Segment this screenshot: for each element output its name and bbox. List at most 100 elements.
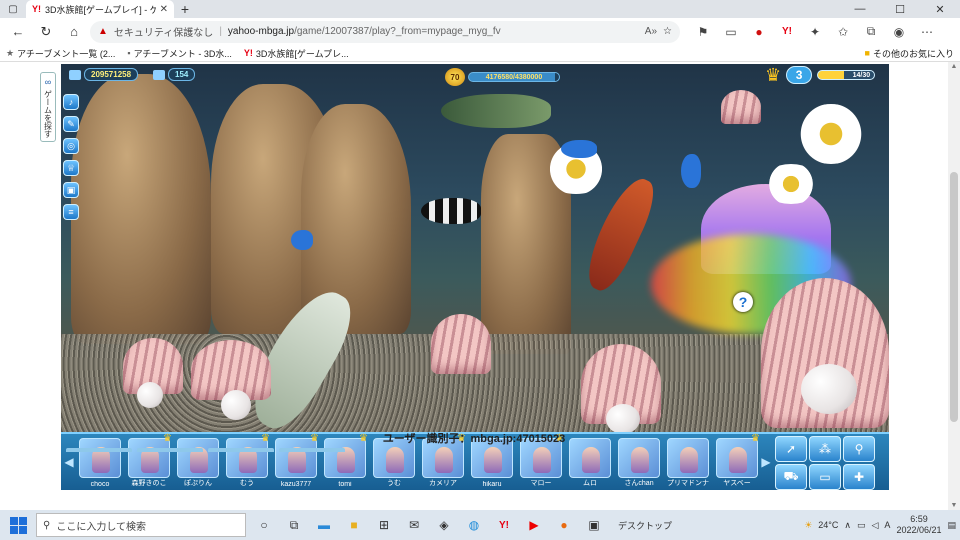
page-scrollbar[interactable]: ▲ ▼ (948, 62, 960, 510)
start-button[interactable] (4, 512, 32, 538)
desktop-toolbar-label[interactable]: デスクトップ (618, 519, 672, 532)
ime-indicator[interactable]: A (884, 520, 890, 530)
new-tab-button[interactable]: + (174, 1, 196, 17)
firefox-icon[interactable]: ● (550, 512, 578, 538)
edge-icon[interactable]: ◍ (460, 512, 488, 538)
yahoo-app-icon[interactable]: Y! (490, 512, 518, 538)
store-icon[interactable]: ⊞ (370, 512, 398, 538)
blue-fish[interactable] (291, 230, 313, 250)
extension-cast-icon[interactable]: ▭ (718, 21, 744, 43)
other-favorites-folder[interactable]: ■ その他のお気に入り (865, 47, 954, 60)
game-search-side-button[interactable]: ∞ ゲームを探す (40, 72, 56, 142)
friend-name: ムロ (583, 480, 597, 487)
bookmark-label: アチーブメント - 3D水... (133, 48, 232, 59)
home-button[interactable]: ⌂ (62, 21, 86, 43)
extension-flag-icon[interactable]: ⚑ (690, 21, 716, 43)
extension-yahoo-icon[interactable]: Y! (774, 21, 800, 43)
bookmark-icon: ★ (6, 47, 15, 58)
scallop-shell (721, 90, 761, 124)
profile-avatar[interactable]: ◉ (886, 21, 912, 43)
photos-icon[interactable]: ◈ (430, 512, 458, 538)
gem-icon (153, 69, 165, 80)
notification-icon[interactable]: ▤ (947, 520, 956, 531)
scallop-shell (431, 314, 491, 374)
browser-toolbar: ← ↻ ⌂ ▲ セキュリティ保護なし | yahoo-mbga.jp/game/… (0, 18, 960, 45)
read-aloud-icon[interactable]: A» (645, 26, 657, 37)
scroll-thumb[interactable] (950, 172, 958, 422)
bottom-tab[interactable] (137, 448, 203, 452)
level-exp: 70 4176580/4380000 (445, 68, 560, 86)
more-menu-icon[interactable]: ⋯ (914, 21, 940, 43)
blue-fish[interactable] (681, 154, 701, 188)
zebra-fish[interactable] (421, 198, 481, 224)
coin-icon (69, 69, 81, 80)
extension-red-icon[interactable]: ● (746, 21, 772, 43)
folder-icon: ■ (864, 48, 870, 58)
friend-prev-arrow-icon[interactable]: ◀ (64, 452, 74, 472)
help-icon[interactable]: ? (733, 292, 753, 312)
temperature[interactable]: 24°C (818, 520, 838, 530)
maximize-button[interactable]: ☐ (880, 3, 920, 16)
pen-icon[interactable]: ✎ (63, 116, 79, 132)
back-button[interactable]: ← (6, 21, 30, 43)
tray-overflow-icon[interactable]: ∧ (844, 520, 851, 531)
app-icon[interactable]: ▣ (580, 512, 608, 538)
tab-title: 3D水族館[ゲームプレイ] - ゲームなら (45, 4, 156, 15)
rock-formation (71, 74, 211, 344)
clock[interactable]: 6:59 2022/06/21 (896, 514, 941, 536)
trophy-icon[interactable]: ♕ (63, 160, 79, 176)
bottom-tab[interactable] (279, 448, 345, 452)
news-icon[interactable]: ≡ (63, 204, 79, 220)
system-tray: ☀ 24°C ∧ ▭ ◁ A 6:59 2022/06/21 ▤ (804, 514, 956, 536)
file-explorer-icon[interactable]: ■ (340, 512, 368, 538)
scroll-down-icon[interactable]: ▼ (948, 502, 960, 509)
exp-bar: 4176580/4380000 (468, 72, 560, 82)
sea-turtle[interactable] (441, 94, 551, 128)
mail-icon[interactable]: ✉ (400, 512, 428, 538)
bookmark-label: アチーブメント一覧 (2... (17, 48, 116, 59)
friend-next-arrow-icon[interactable]: ▶ (761, 452, 771, 472)
bottom-tab[interactable] (208, 448, 274, 452)
volume-icon[interactable]: ◁ (872, 520, 879, 531)
shop-cart-icon[interactable]: ⛟ (775, 464, 807, 490)
sound-icon[interactable]: ♪ (63, 94, 79, 110)
bookmark-achievement-aquarium[interactable]: ▪ アチーブメント - 3D水... (127, 47, 232, 60)
gift-icon[interactable]: ▣ (63, 182, 79, 198)
youtube-icon[interactable]: ▶ (520, 512, 548, 538)
friend-name: tomi (338, 481, 352, 488)
tab-3d-aquarium[interactable]: Y! 3D水族館[ゲームプレイ] - ゲームなら ✕ (26, 0, 174, 18)
refresh-button[interactable]: ↻ (34, 21, 58, 43)
taskbar-search[interactable]: ⚲ ここに入力して検索 (36, 513, 246, 537)
extensions-icon[interactable]: ✦ (802, 21, 828, 43)
tab-actions-icon[interactable]: ▢ (0, 0, 26, 18)
blue-fish[interactable] (561, 140, 597, 158)
bookmark-aquarium-play[interactable]: Y! 3D水族館[ゲームプレ... (244, 47, 349, 60)
collections-icon[interactable]: ⧉ (858, 21, 884, 43)
cortana-icon[interactable]: ○ (250, 512, 278, 538)
rank-capacity: ♛ 3 14/30 (765, 66, 876, 84)
clock-time: 6:59 (910, 514, 928, 524)
close-window-button[interactable]: ✕ (920, 3, 960, 16)
friend-name: choco (90, 481, 110, 488)
aquarium-game-canvas[interactable]: 209571258 154 70 4176580/4380000 ♛ 3 14/… (61, 64, 889, 490)
task-view-icon[interactable]: ⧉ (280, 512, 308, 538)
address-bar[interactable]: ▲ セキュリティ保護なし | yahoo-mbga.jp/game/120073… (90, 20, 680, 43)
camera-icon[interactable]: ◎ (63, 138, 79, 154)
minimize-button[interactable]: — (840, 3, 880, 16)
bottom-tab[interactable] (66, 448, 132, 452)
warning-icon: ▲ (98, 26, 108, 37)
window-controls: — ☐ ✕ (840, 3, 960, 16)
favorites-icon[interactable]: ✩ (830, 21, 856, 43)
daisy-decoration (761, 164, 821, 204)
weather-icon[interactable]: ☀ (804, 520, 812, 531)
bookmark-achievement-list[interactable]: ★ アチーブメント一覧 (2... (6, 47, 115, 60)
add-favorite-icon[interactable]: ☆ (663, 26, 672, 37)
bookmark-label: その他のお気に入り (872, 48, 954, 59)
fish-tank-icon[interactable]: ▭ (809, 464, 841, 490)
scroll-up-icon[interactable]: ▲ (948, 63, 960, 70)
friend-name: ヤスベー (723, 480, 751, 487)
present-icon[interactable]: ✚ (843, 464, 875, 490)
widgets-icon[interactable]: ▬ (310, 512, 338, 538)
tab-close-icon[interactable]: ✕ (160, 4, 168, 15)
network-icon[interactable]: ▭ (857, 520, 866, 531)
